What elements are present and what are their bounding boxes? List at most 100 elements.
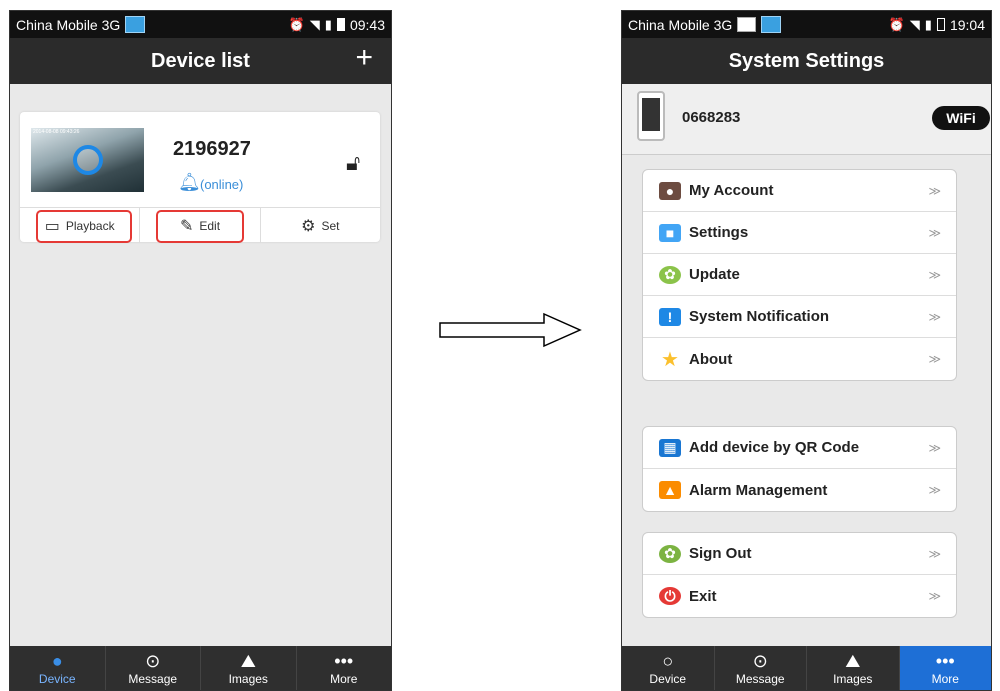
title-bar: Device list + — [10, 38, 391, 84]
menu-label: Settings — [689, 224, 749, 241]
menu-item-system-notification[interactable]: ! System Notification ≫ — [643, 296, 956, 338]
add-device-button[interactable]: + — [355, 41, 373, 75]
tab-more[interactable]: ••• More — [899, 646, 991, 690]
set-button[interactable]: ⚙ Set — [261, 208, 380, 243]
tab-more-label: More — [330, 672, 358, 686]
gear-icon: ⚙ — [301, 217, 316, 235]
thumbnail-timestamp: 2014-08-08 09:43:26 — [33, 129, 80, 135]
unlock-icon[interactable]: 🔓︎ — [346, 150, 360, 176]
menu-label: My Account — [689, 182, 774, 199]
menu-item-my-account[interactable]: ● My Account ≫ — [643, 170, 956, 212]
notification-icon: ! — [659, 307, 681, 326]
app-notification-icon — [761, 16, 782, 33]
wifi-icon: WiFi — [932, 106, 990, 130]
chevron-right-icon: ≫ — [928, 352, 941, 366]
tab-device[interactable]: ● Device — [10, 646, 106, 690]
settings-icon: ■ — [659, 223, 681, 242]
settings-group-main: ● My Account ≫ ■ Settings ≫ ✿ Update ≫ !… — [642, 169, 957, 381]
device-id: 2196927 — [173, 138, 251, 160]
carrier-label: China Mobile 3G — [16, 16, 121, 33]
account-header: 0668283 WiFi — [622, 84, 991, 155]
menu-label: Sign Out — [689, 545, 752, 562]
tab-images-label: Images — [228, 672, 268, 686]
tab-device-label: Device — [38, 672, 76, 686]
menu-item-settings[interactable]: ■ Settings ≫ — [643, 212, 956, 254]
tab-images[interactable]: ⛰ Images — [807, 646, 900, 690]
playback-highlight — [36, 210, 132, 243]
alarm-icon: ⏰ — [888, 16, 905, 32]
person-icon: ○ — [662, 651, 674, 671]
chevron-right-icon: ≫ — [928, 483, 941, 497]
set-label: Set — [321, 218, 340, 233]
user-id: 0668283 — [682, 109, 741, 126]
device-list-screen: China Mobile 3G ⏰ ◥ ▮ 09:43 Device list … — [9, 10, 392, 691]
more-icon: ••• — [935, 651, 955, 671]
qr-code-icon: ▦ — [659, 438, 681, 457]
system-settings-screen: China Mobile 3G ⏰ ◥ ▮ 19:04 System Setti… — [621, 10, 992, 691]
tab-more[interactable]: ••• More — [297, 646, 392, 690]
menu-label: About — [689, 350, 733, 368]
chevron-right-icon: ≫ — [928, 589, 941, 603]
device-card[interactable]: 2014-08-08 09:43:26 2196927 🔔︎ (online) … — [20, 112, 380, 243]
update-icon: ✿ — [659, 265, 681, 284]
menu-label: Add device by QR Code — [689, 439, 860, 456]
transition-arrow-icon — [439, 312, 582, 348]
battery-icon — [336, 18, 345, 31]
alarm-icon: ⏰ — [288, 16, 305, 32]
menu-item-about[interactable]: ★ About ≫ — [643, 338, 956, 380]
tab-message[interactable]: ⊙ Message — [715, 646, 807, 690]
page-title: System Settings — [728, 49, 885, 72]
menu-label: System Notification — [689, 308, 830, 325]
menu-item-sign-out[interactable]: ✿ Sign Out ≫ — [643, 533, 956, 575]
menu-item-update[interactable]: ✿ Update ≫ — [643, 254, 956, 296]
menu-item-add-device-qr[interactable]: ▦ Add device by QR Code ≫ — [643, 427, 956, 469]
title-bar: System Settings — [622, 38, 991, 84]
page-title: Device list — [151, 49, 250, 72]
edit-highlight — [156, 210, 244, 243]
chevron-right-icon: ≫ — [928, 183, 941, 198]
chevron-right-icon: ≫ — [928, 309, 941, 324]
star-icon: ★ — [661, 348, 679, 371]
wifi-signal-icon: ◥ — [309, 16, 320, 32]
image-icon: ⛰ — [845, 651, 861, 671]
chevron-right-icon: ≫ — [928, 267, 941, 282]
tab-images-label: Images — [833, 672, 873, 686]
play-icon[interactable] — [73, 145, 103, 175]
tab-message-label: Message — [128, 672, 178, 686]
cell-signal-icon: ▮ — [924, 16, 932, 32]
image-icon: ⛰ — [240, 651, 256, 671]
person-icon: ● — [51, 651, 63, 671]
tab-images[interactable]: ⛰ Images — [201, 646, 297, 690]
gallery-notification-icon — [737, 17, 757, 32]
settings-group-session: ✿ Sign Out ≫ ⏻ Exit ≫ — [642, 532, 957, 618]
tab-message[interactable]: ⊙ Message — [106, 646, 201, 690]
chevron-right-icon: ≫ — [928, 546, 941, 561]
wifi-signal-icon: ◥ — [909, 16, 920, 32]
tab-message-label: Message — [735, 672, 785, 686]
device-thumbnail[interactable]: 2014-08-08 09:43:26 — [31, 128, 144, 192]
sign-out-icon: ✿ — [659, 544, 681, 563]
chevron-right-icon: ≫ — [928, 225, 941, 240]
bottom-tab-bar: ● Device ⊙ Message ⛰ Images ••• More — [10, 646, 391, 690]
menu-label: Exit — [689, 587, 717, 605]
bottom-tab-bar: ○ Device ⊙ Message ⛰ Images ••• More — [622, 646, 991, 690]
menu-label: Alarm Management — [689, 481, 828, 499]
status-bar: China Mobile 3G ⏰ ◥ ▮ 19:04 — [622, 11, 991, 38]
chevron-right-icon: ≫ — [928, 440, 941, 455]
menu-item-alarm-management[interactable]: ▲ Alarm Management ≫ — [643, 469, 956, 511]
app-notification-icon — [125, 16, 146, 33]
tab-device[interactable]: ○ Device — [622, 646, 715, 690]
menu-label: Update — [689, 266, 740, 283]
account-icon: ● — [659, 181, 681, 200]
battery-icon — [936, 18, 945, 31]
tab-device-label: Device — [649, 672, 687, 686]
chat-icon: ⊙ — [145, 651, 161, 671]
alarm-light-icon: ▲ — [659, 481, 681, 499]
tab-more-label: More — [931, 672, 959, 686]
power-icon: ⏻ — [659, 587, 681, 605]
menu-item-exit[interactable]: ⏻ Exit ≫ — [643, 575, 956, 617]
chat-icon: ⊙ — [752, 651, 768, 671]
phone-icon — [637, 91, 665, 141]
cell-signal-icon: ▮ — [324, 16, 332, 32]
device-status: (online) — [200, 177, 244, 192]
